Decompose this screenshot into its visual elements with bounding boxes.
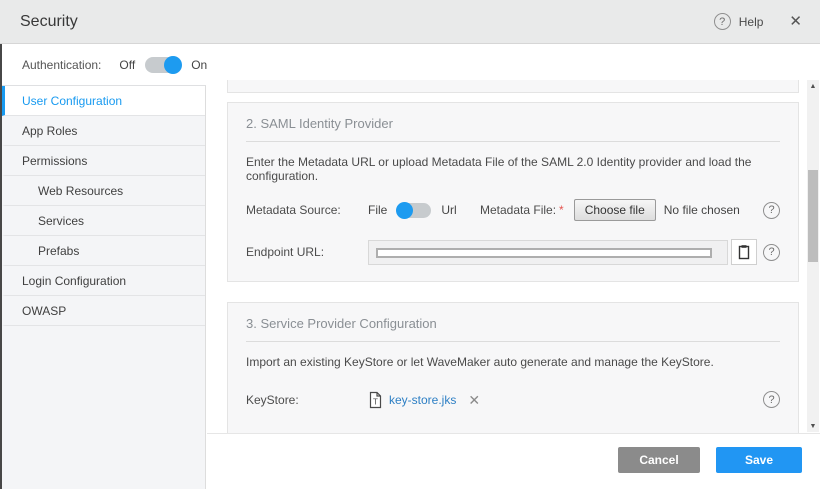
sidebar-item-app-roles[interactable]: App Roles [2,116,205,146]
section-gap [227,282,799,302]
service-provider-configuration-section: 3. Service Provider Configuration Import… [227,302,799,433]
help-link[interactable]: Help [739,15,764,29]
file-chosen-status: No file chosen [664,203,740,217]
metadata-source-file-label: File [368,203,387,217]
authentication-on-label: On [191,58,207,72]
metadata-source-toggle[interactable] [397,203,431,218]
section-divider [246,341,780,342]
close-icon[interactable]: ✕ [789,14,802,29]
file-icon: T [368,391,383,409]
section-description: Enter the Metadata URL or upload Metadat… [246,155,780,183]
metadata-source-label: Metadata Source: [246,203,368,217]
keystore-file-link[interactable]: key-store.jks [389,393,456,407]
endpoint-url-row: Endpoint URL: ? [246,239,780,265]
vertical-scrollbar[interactable]: ▲ ▼ [807,80,819,432]
dialog-header: Security ? Help ✕ [0,0,820,44]
endpoint-url-label: Endpoint URL: [246,245,368,259]
authentication-off-label: Off [119,58,135,72]
dialog-left-edge [0,44,2,489]
sidebar-item-label: OWASP [22,304,66,318]
sidebar-item-label: Prefabs [38,244,79,258]
security-dialog: Security ? Help ✕ Authentication: Off On… [0,0,820,489]
keystore-help-icon[interactable]: ? [763,391,780,408]
metadata-file-label-text: Metadata File: [480,203,556,217]
sidebar-item-label: User Configuration [22,94,122,108]
endpoint-url-help-icon[interactable]: ? [763,244,780,261]
choose-file-button[interactable]: Choose file [574,199,656,221]
svg-text:T: T [373,398,378,407]
scroll-down-icon[interactable]: ▼ [807,420,819,432]
copy-icon [737,244,751,260]
toggle-knob [396,202,413,219]
sidebar-item-login-configuration[interactable]: Login Configuration [2,266,205,296]
sidebar-item-label: Services [38,214,84,228]
sidebar-item-user-configuration[interactable]: User Configuration [2,86,205,116]
metadata-source-url-label: Url [441,203,456,217]
sidebar-item-permissions[interactable]: Permissions [2,146,205,176]
previous-section-card-edge [227,80,799,93]
metadata-source-toggle-group: File Url [368,203,480,218]
endpoint-url-input[interactable] [368,240,728,265]
scroll-up-icon[interactable]: ▲ [807,80,819,92]
sidebar-item-label: Permissions [22,154,87,168]
saml-identity-provider-section: 2. SAML Identity Provider Enter the Meta… [227,102,799,282]
help-icon[interactable]: ? [714,13,731,30]
sidebar-item-label: Login Configuration [22,274,126,288]
cancel-button[interactable]: Cancel [618,447,700,473]
authentication-label: Authentication: [22,58,101,72]
dialog-footer: Cancel Save [207,433,820,489]
save-button[interactable]: Save [716,447,802,473]
keystore-row: KeyStore: T key-store.jks ✕ ? [246,391,780,409]
sidebar: User Configuration App Roles Permissions… [2,85,206,489]
sidebar-item-prefabs[interactable]: Prefabs [2,236,205,266]
sidebar-item-web-resources[interactable]: Web Resources [2,176,205,206]
scrollbar-thumb[interactable] [808,170,818,262]
section-description: Import an existing KeyStore or let WaveM… [246,355,780,369]
sidebar-item-owasp[interactable]: OWASP [2,296,205,326]
remove-keystore-icon[interactable]: ✕ [468,392,480,409]
sidebar-item-label: App Roles [22,124,77,138]
section-divider [246,141,780,142]
copy-button[interactable] [731,239,757,265]
metadata-file-label: Metadata File:* [480,203,564,217]
keystore-file-chip: T key-store.jks ✕ [368,391,480,409]
sidebar-item-label: Web Resources [38,184,123,198]
section-title: 3. Service Provider Configuration [246,316,780,331]
authentication-toggle[interactable] [145,57,181,73]
scroll-content: 2. SAML Identity Provider Enter the Meta… [207,78,806,433]
required-asterisk: * [559,203,564,217]
section-title: 2. SAML Identity Provider [246,116,780,131]
page-title: Security [20,13,78,31]
metadata-source-row: Metadata Source: File Url Metadata File:… [246,199,780,221]
sidebar-item-services[interactable]: Services [2,206,205,236]
toggle-knob [164,56,182,74]
endpoint-url-masked-value [376,248,712,258]
main-panel: 2. SAML Identity Provider Enter the Meta… [207,78,820,489]
metadata-file-help-icon[interactable]: ? [763,202,780,219]
keystore-label: KeyStore: [246,393,368,407]
